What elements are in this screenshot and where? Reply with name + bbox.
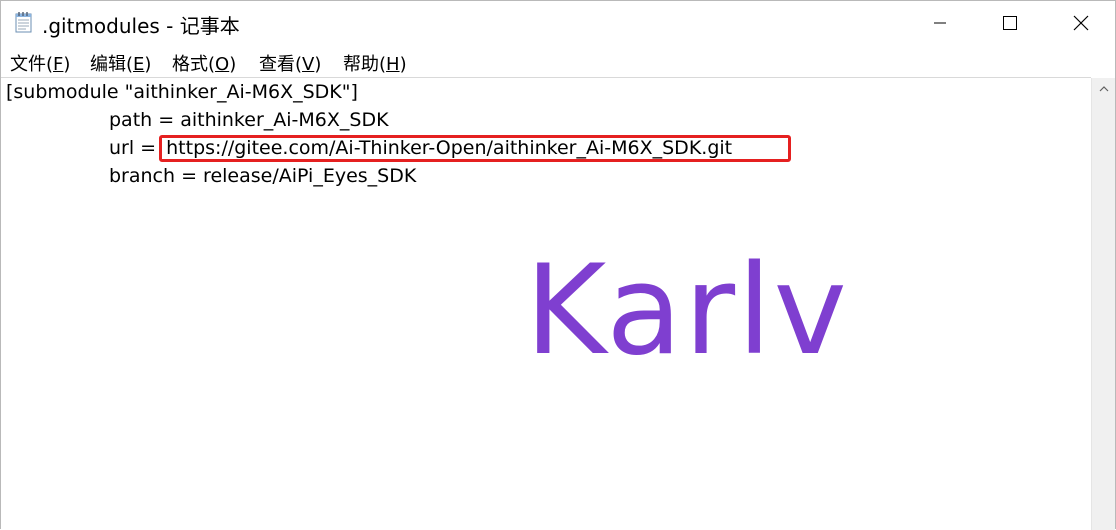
watermark-text: Karlv (525, 239, 849, 383)
url-highlight-box (159, 135, 791, 162)
chevron-up-icon (1099, 86, 1108, 92)
editor-line-4: branch = release/AiPi_Eyes_SDK (109, 165, 417, 187)
menu-edit[interactable]: 编辑(E) (90, 50, 151, 76)
vertical-scrollbar[interactable] (1091, 78, 1115, 530)
maximize-button[interactable] (987, 1, 1033, 45)
url-prefix: url = (109, 137, 163, 159)
minimize-icon (934, 22, 946, 24)
close-button[interactable] (1058, 1, 1104, 45)
editor-line-2: path = aithinker_Ai-M6X_SDK (109, 109, 389, 131)
maximize-icon (1003, 16, 1017, 30)
notepad-window: .gitmodules - 记事本 文件(F) 编辑(E) 格式(O) 查看(V… (0, 0, 1116, 530)
title-bar[interactable]: .gitmodules - 记事本 (1, 1, 1115, 45)
menu-file[interactable]: 文件(F) (10, 50, 70, 76)
minimize-button[interactable] (917, 1, 963, 45)
menu-bar: 文件(F) 编辑(E) 格式(O) 查看(V) 帮助(H) (1, 45, 1115, 77)
menu-format[interactable]: 格式(O) (172, 50, 236, 76)
close-icon (1073, 15, 1089, 31)
window-title: .gitmodules - 记事本 (42, 14, 240, 38)
menu-view[interactable]: 查看(V) (259, 50, 321, 76)
scroll-up-button[interactable] (1092, 78, 1115, 100)
menu-help[interactable]: 帮助(H) (343, 50, 407, 76)
editor-line-1: [submodule "aithinker_Ai-M6X_SDK"] (6, 81, 358, 103)
notepad-icon (14, 11, 34, 33)
